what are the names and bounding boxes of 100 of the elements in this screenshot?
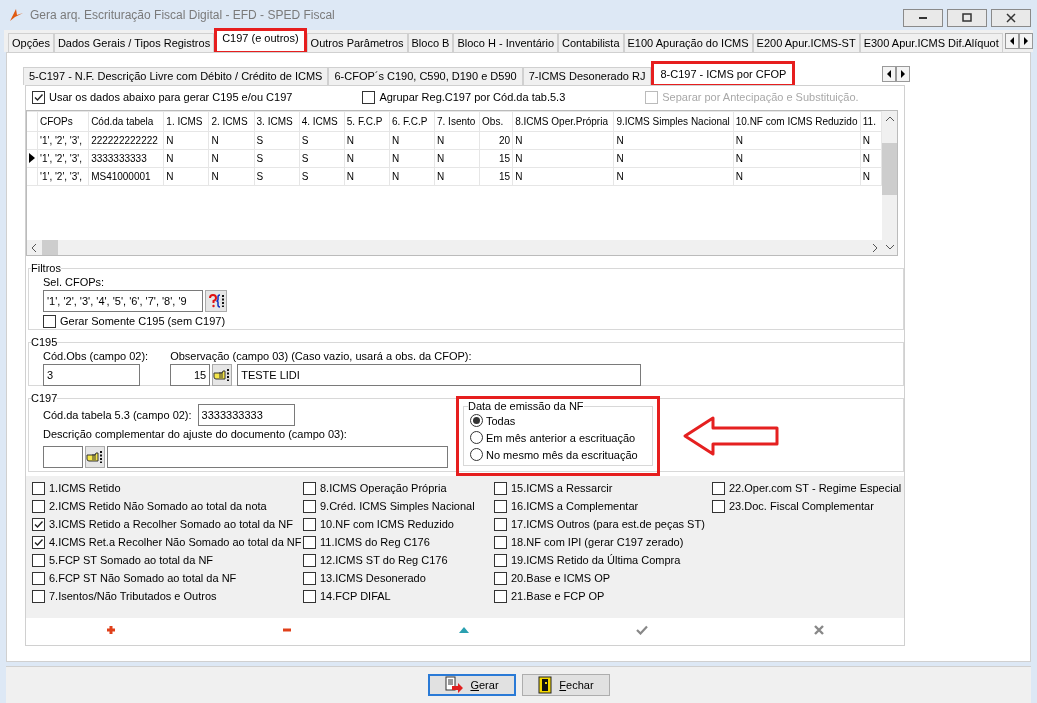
confirm-button[interactable] xyxy=(634,623,650,637)
scroll-left-button[interactable] xyxy=(882,66,896,82)
radio-circle[interactable] xyxy=(470,448,483,461)
checkbox[interactable]: 2.ICMS Retido Não Somado ao total da nota xyxy=(32,497,267,515)
checkbox[interactable]: 19.ICMS Retido da Última Compra xyxy=(494,551,681,569)
column-header[interactable]: 4. ICMS xyxy=(299,111,345,132)
minimize-button[interactable] xyxy=(903,9,943,27)
tab[interactable]: Bloco B xyxy=(407,33,454,52)
tab[interactable]: 8-C197 - ICMS por CFOP xyxy=(651,61,796,87)
column-header[interactable]: Obs. xyxy=(479,111,513,132)
right-arrow-icon xyxy=(900,70,906,78)
observation-field[interactable]: TESTE LIDI xyxy=(237,364,642,386)
description-field[interactable] xyxy=(107,446,448,468)
column-header[interactable]: 9.ICMS Simples Nacional xyxy=(613,111,734,132)
scrollbar-thumb[interactable] xyxy=(882,143,897,195)
lookup-button[interactable] xyxy=(212,364,233,386)
horizontal-scrollbar[interactable] xyxy=(27,240,882,255)
column-header[interactable]: 11. xyxy=(860,111,882,132)
checkbox[interactable]: 18.NF com IPI (gerar C197 zerado) xyxy=(494,533,684,551)
table-cell: N xyxy=(733,131,861,150)
column-header[interactable]: 8.ICMS Oper.Própria xyxy=(512,111,614,132)
table-cell: N xyxy=(613,167,734,186)
column-header[interactable]: 7. Isento xyxy=(434,111,480,132)
scroll-left-button[interactable] xyxy=(1005,33,1019,49)
help-button[interactable] xyxy=(205,290,227,312)
tab[interactable]: Contabilista xyxy=(558,33,624,52)
checkbox[interactable]: 6.FCP ST Não Somado ao total da NF xyxy=(32,569,237,587)
close-button[interactable] xyxy=(991,9,1031,27)
checkbox[interactable]: Gerar Somente C195 (sem C197) xyxy=(43,312,226,330)
checkbox[interactable]: 3.ICMS Retido a Recolher Somado ao total da NF xyxy=(32,515,293,533)
help-icon xyxy=(207,293,225,309)
tab[interactable]: 7-ICMS Desonerado RJ xyxy=(522,67,652,85)
checkbox[interactable]: 10.NF com ICMS Reduzido xyxy=(303,515,454,533)
tab[interactable]: E200 Apur.ICMS-ST xyxy=(752,33,860,52)
checkbox[interactable]: 22.Oper.com ST - Regime Especial xyxy=(712,479,902,497)
pointing-hand-icon xyxy=(213,368,232,382)
tab[interactable]: Outros Parâmetros xyxy=(306,33,408,52)
radio-button[interactable]: Todas xyxy=(470,412,644,429)
column-header[interactable]: CFOPs xyxy=(37,111,89,132)
tab[interactable]: E300 Apur.ICMS Dif.Alíquot xyxy=(859,33,1003,52)
checkbox[interactable]: 9.Créd. ICMS Simples Nacional xyxy=(303,497,475,515)
table-cell: S xyxy=(299,131,345,150)
checkbox[interactable]: 4.ICMS Ret.a Recolher Não Somado ao total da NF xyxy=(32,533,302,551)
table-cell: N xyxy=(860,167,882,186)
scroll-right-button[interactable] xyxy=(896,66,910,82)
checkbox[interactable]: 16.ICMS a Complementar xyxy=(494,497,639,515)
radio-button[interactable]: Em mês anterior a escrituação xyxy=(470,429,644,446)
checkbox[interactable]: 14.FCP DIFAL xyxy=(303,587,391,605)
tab[interactable]: E100 Apuração do ICMS xyxy=(623,33,753,52)
scroll-right-button[interactable] xyxy=(1019,33,1033,49)
checkbox[interactable]: 8.ICMS Operação Própria xyxy=(303,479,447,497)
column-header[interactable]: Cód.da tabela xyxy=(88,111,164,132)
checkbox[interactable]: 23.Doc. Fiscal Complementar xyxy=(712,497,874,515)
column-header[interactable]: 6. F.C.P xyxy=(389,111,435,132)
cancel-button[interactable] xyxy=(812,623,826,637)
checkbox[interactable]: 13.ICMS Desonerado xyxy=(303,569,426,587)
obs-code-field[interactable]: 15 xyxy=(170,364,211,386)
checkbox[interactable]: 7.Isentos/Não Tributados e Outros xyxy=(32,587,217,605)
generate-button[interactable]: Gerar xyxy=(427,674,516,696)
radio-circle[interactable] xyxy=(470,431,483,444)
group-title: C195 xyxy=(31,336,58,348)
code-field[interactable] xyxy=(43,446,83,468)
cfops-field[interactable]: '1', '2', '3', '4', '5', '6', '7', '8', '9 xyxy=(43,290,203,312)
tab[interactable]: Bloco H - Inventário xyxy=(453,33,559,52)
checkbox[interactable]: 5.FCP ST Somado ao total da NF xyxy=(32,551,214,569)
minimize-icon xyxy=(918,16,928,20)
checkbox[interactable]: 12.ICMS ST do Reg C176 xyxy=(303,551,448,569)
code-field[interactable]: 3 xyxy=(43,364,140,386)
column-header[interactable]: 5. F.C.P xyxy=(344,111,390,132)
vertical-scrollbar[interactable] xyxy=(882,111,897,255)
column-header[interactable]: 3. ICMS xyxy=(254,111,300,132)
tab[interactable]: C197 (e outros) xyxy=(214,28,307,54)
add-button[interactable] xyxy=(104,623,118,637)
table-cell: N xyxy=(512,149,614,168)
checkbox[interactable]: 1.ICMS Retido xyxy=(32,479,121,497)
column-header[interactable]: 2. ICMS xyxy=(208,111,255,132)
checkbox[interactable]: Agrupar Reg.C197 por Cód.da tab.5.3 xyxy=(362,88,566,106)
table-cell: 15 xyxy=(479,149,513,168)
tab[interactable]: Dados Gerais / Tipos Registros xyxy=(53,33,215,52)
checkbox[interactable]: 11.ICMS do Reg C176 xyxy=(303,533,430,551)
radio-circle[interactable] xyxy=(470,414,483,427)
code-field[interactable]: 3333333333 xyxy=(197,404,295,426)
table-cell: N xyxy=(434,131,480,150)
tab[interactable]: 6-CFOP´s C190, C590, D190 e D590 xyxy=(328,67,523,85)
lookup-button[interactable] xyxy=(85,446,105,468)
tab[interactable]: Opções xyxy=(8,33,54,52)
close-button[interactable]: Fechar xyxy=(521,674,610,696)
checkbox[interactable]: 21.Base e FCP OP xyxy=(494,587,605,605)
table-cell: N xyxy=(208,131,255,150)
checkbox[interactable]: 20.Base e ICMS OP xyxy=(494,569,611,587)
checkbox[interactable]: Usar os dados abaixo para gerar C195 e/ou C197 xyxy=(32,88,293,106)
field-label: Descrição complementar do ajuste do documento (campo 03): xyxy=(43,427,348,442)
checkbox[interactable]: 15.ICMS a Ressarcir xyxy=(494,479,613,497)
tab[interactable]: 5-C197 - N.F. Descrição Livre com Débito / Crédito de ICMS xyxy=(23,67,329,85)
column-header[interactable]: 1. ICMS xyxy=(163,111,209,132)
radio-button[interactable]: No mesmo mês da escrituação xyxy=(470,446,644,463)
column-header[interactable]: 10.NF com ICMS Reduzido xyxy=(733,111,861,132)
scrollbar-thumb[interactable] xyxy=(42,240,58,255)
maximize-button[interactable] xyxy=(947,9,987,27)
checkbox[interactable]: 17.ICMS Outros (para est.de peças ST) xyxy=(494,515,705,533)
